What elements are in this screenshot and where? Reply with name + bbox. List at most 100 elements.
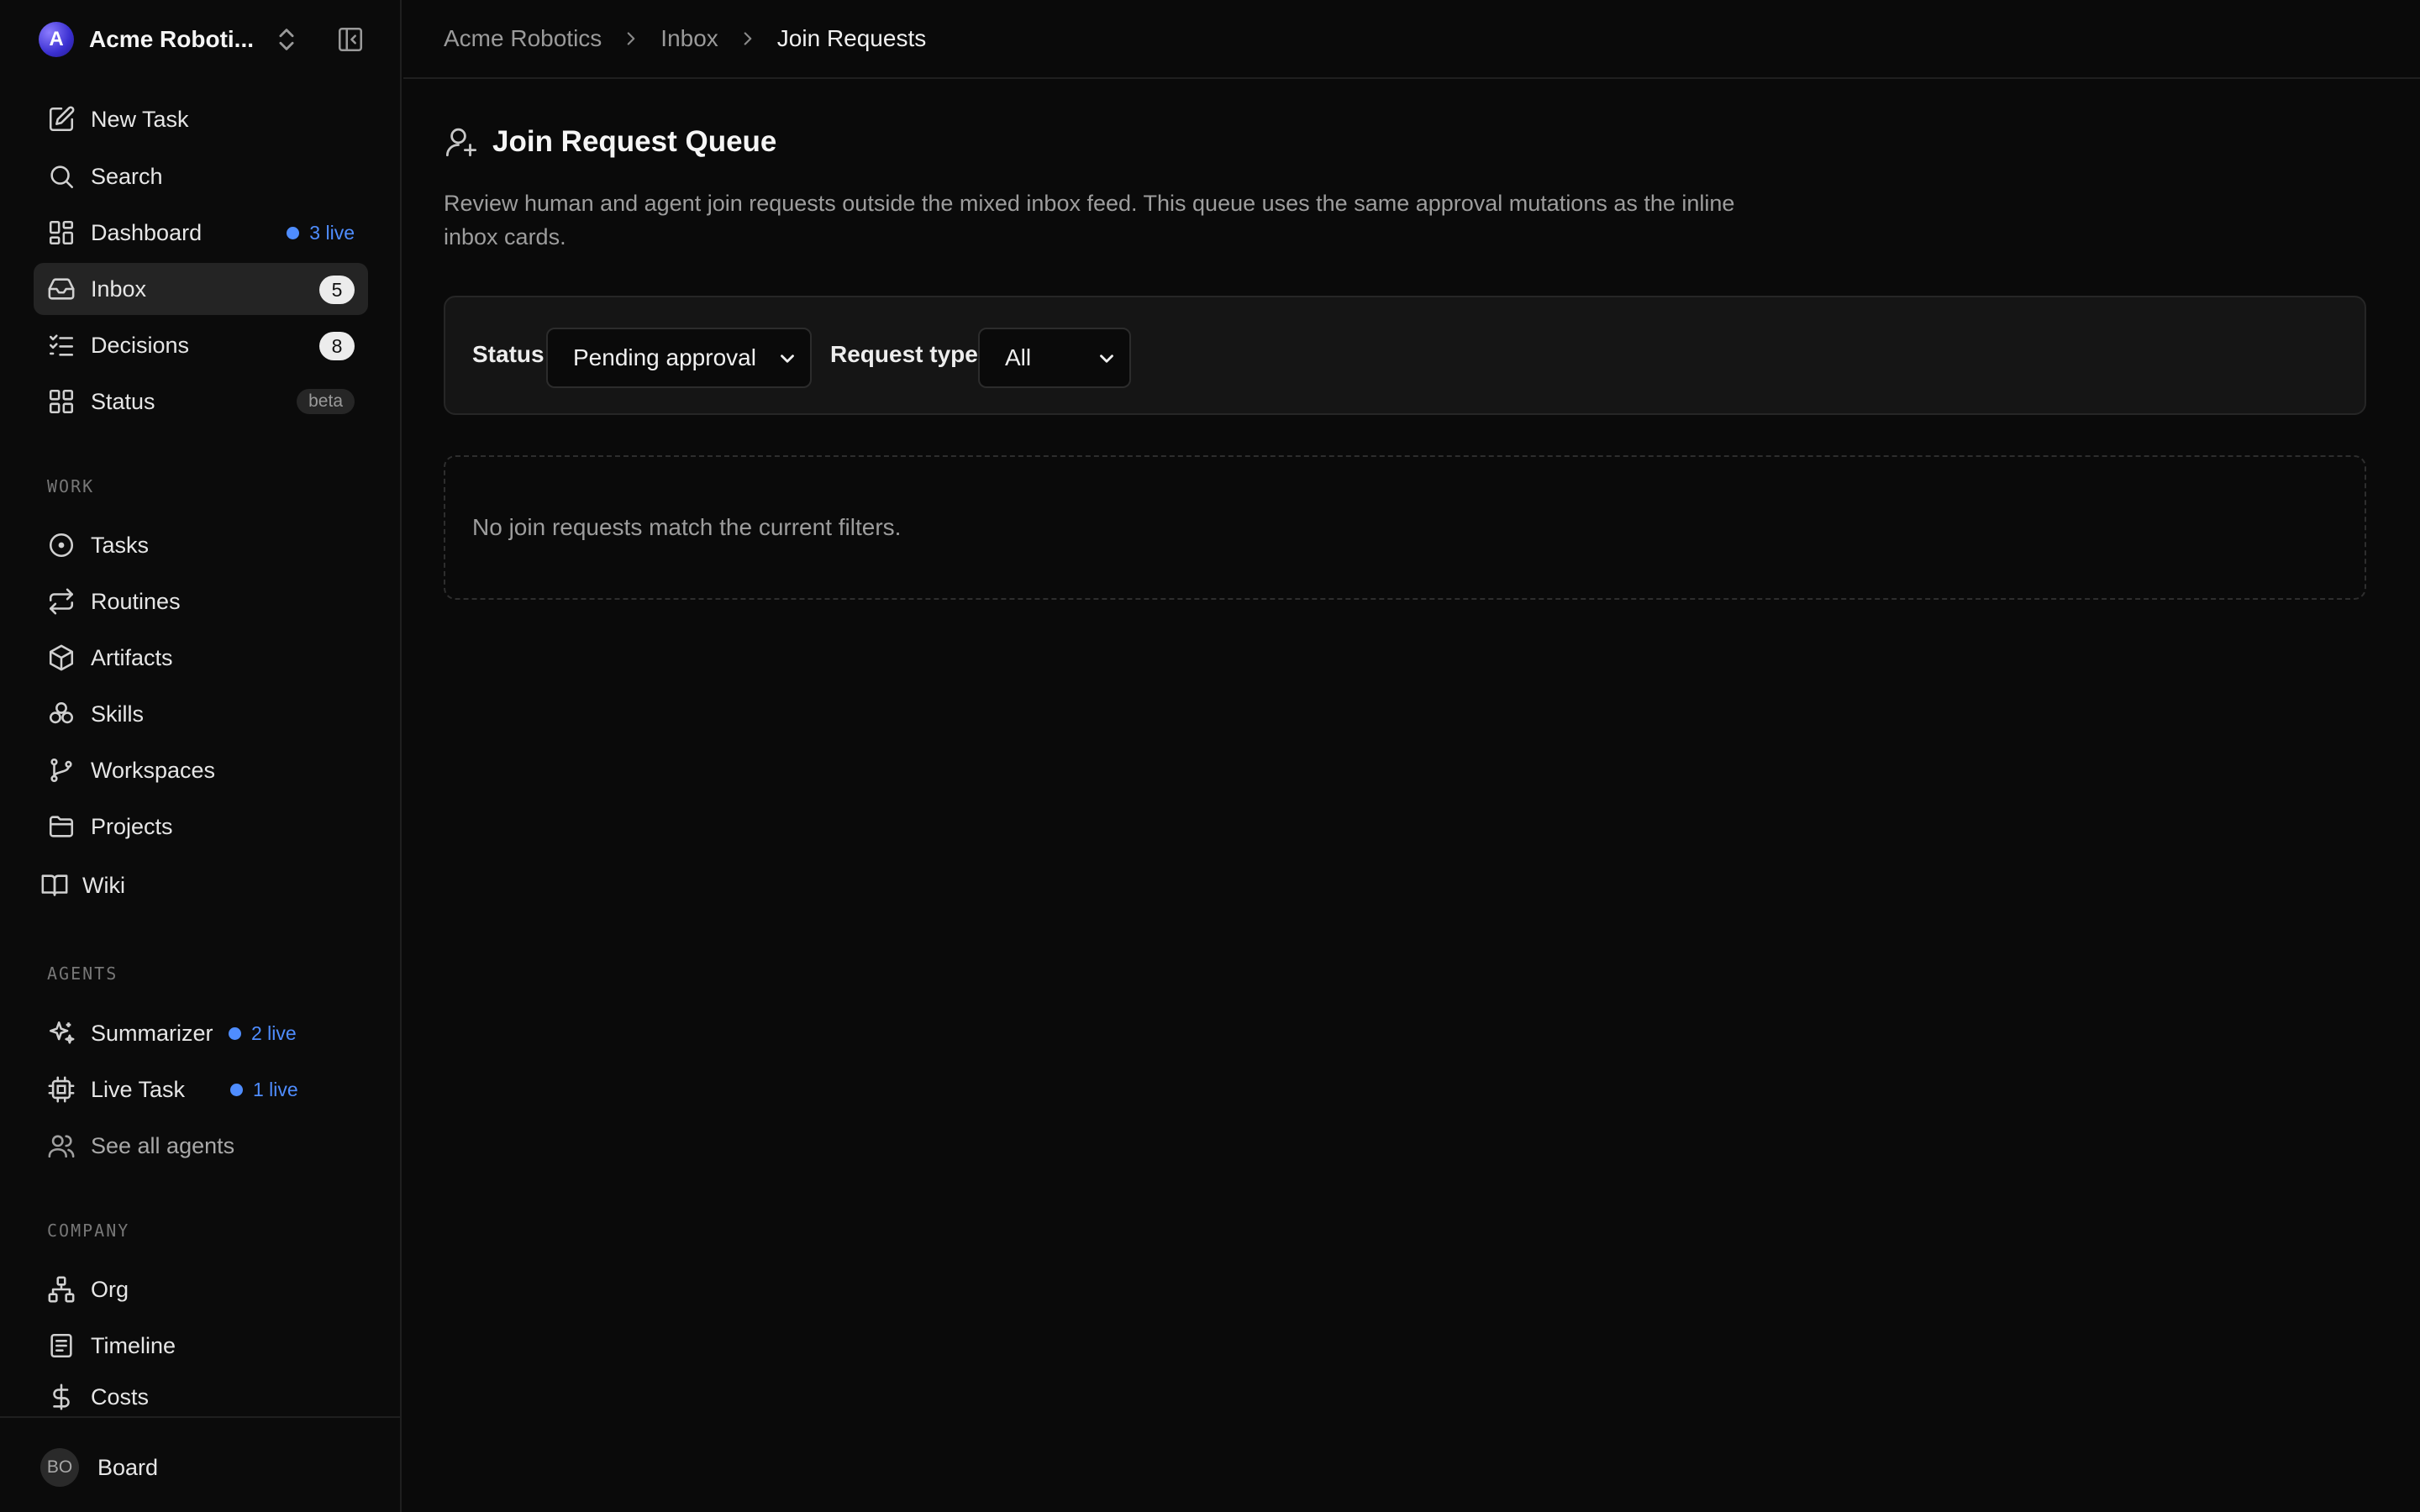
routines-icon	[49, 588, 74, 615]
nav-item-label: Wiki	[82, 872, 125, 898]
nav-item-routines[interactable]: Routines	[34, 575, 368, 627]
decisions-icon	[49, 334, 74, 356]
dashboard-icon	[49, 220, 74, 245]
app: A Acme Roboti... New Task Search Dashboa…	[0, 0, 2420, 1512]
section-label-agents: AGENTS	[47, 963, 118, 984]
nav-item-workspaces[interactable]: Workspaces	[34, 744, 368, 796]
artifacts-icon	[49, 644, 74, 671]
sidebar-footer: BO Board	[0, 1416, 400, 1512]
skills-icon	[49, 701, 74, 724]
nav-item-costs[interactable]: Costs	[34, 1375, 368, 1419]
nav-item-decisions[interactable]: Decisions 8	[34, 319, 368, 371]
request-type-filter-select[interactable]: All	[978, 328, 1131, 388]
sidebar-collapse-icon[interactable]	[336, 25, 365, 54]
live-count: 3 live	[309, 222, 355, 244]
workspace-name: Acme Roboti...	[89, 26, 255, 52]
search-icon	[50, 165, 74, 189]
nav-item-label: New Task	[91, 106, 189, 132]
live-count: 1 live	[253, 1079, 298, 1100]
request-type-filter-value: All	[1005, 344, 1032, 370]
beta-badge: beta	[297, 389, 355, 414]
filter-bar: Status Pending approval Request type All	[444, 296, 2366, 415]
nav-item-label: Search	[91, 163, 163, 189]
nav-item-status[interactable]: Status beta	[34, 375, 368, 428]
nav-item-inbox[interactable]: Inbox 5	[34, 263, 368, 315]
page-description: Review human and agent join requests out…	[444, 191, 1735, 249]
nav-item-summarizer[interactable]: Summarizer 2 live	[34, 1007, 368, 1059]
nav-item-label: Timeline	[91, 1332, 176, 1358]
nav-item-label: Artifacts	[91, 644, 173, 670]
section-label-company: COMPANY	[47, 1221, 130, 1241]
page-header: Join Request Queue	[444, 124, 776, 160]
timeline-icon	[50, 1333, 72, 1358]
status-filter-select[interactable]: Pending approval	[546, 328, 812, 388]
breadcrumb-item-company[interactable]: Acme Robotics	[444, 25, 602, 52]
nav-item-new-task[interactable]: New Task	[34, 93, 368, 145]
nav-item-label: Costs	[91, 1383, 150, 1410]
cpu-icon	[48, 1076, 75, 1103]
top-bar: Acme Robotics Inbox Join Requests	[403, 0, 2420, 79]
user-plus-icon	[445, 128, 477, 157]
live-dot	[287, 227, 300, 239]
nav-item-live-task[interactable]: Live Task 1 live	[34, 1063, 368, 1116]
inbox-icon	[48, 278, 75, 300]
status-filter-value: Pending approval	[573, 344, 756, 370]
nav-item-see-all-agents[interactable]: See all agents	[34, 1120, 368, 1172]
nav-item-label: Decisions	[91, 332, 190, 358]
nav-item-label: Projects	[91, 813, 173, 839]
breadcrumb-item-inbox[interactable]: Inbox	[660, 25, 718, 52]
nav-item-label: Status	[91, 388, 155, 414]
projects-icon	[49, 816, 74, 837]
decisions-count-badge: 8	[319, 332, 355, 360]
nav-item-tasks[interactable]: Tasks	[34, 519, 368, 571]
nav-item-org[interactable]: Org	[34, 1263, 368, 1315]
nav-item-label: Routines	[91, 588, 181, 614]
nav-item-wiki[interactable]: Wiki	[27, 859, 361, 911]
live-dot	[229, 1027, 241, 1040]
nav-item-label: Org	[91, 1276, 129, 1302]
workspace-switcher[interactable]: A Acme Roboti...	[39, 22, 366, 57]
live-indicator: 2 live	[229, 1022, 297, 1045]
sidebar: A Acme Roboti... New Task Search Dashboa…	[0, 0, 402, 1512]
empty-state: No join requests match the current filte…	[444, 455, 2366, 600]
chevron-right-icon	[627, 32, 635, 45]
page-title: Join Request Queue	[492, 125, 777, 158]
nav-item-label: Skills	[91, 701, 145, 727]
nav-item-label: See all agents	[91, 1132, 235, 1158]
inbox-count-badge: 5	[319, 276, 355, 304]
chevrons-up-down-icon[interactable]	[272, 25, 301, 54]
status-filter-label: Status	[472, 341, 544, 367]
nav-item-label: Summarizer	[91, 1020, 213, 1046]
nav-item-label: Dashboard	[91, 219, 203, 245]
section-label-work: WORK	[47, 476, 95, 496]
nav-item-label: Live Task	[91, 1076, 186, 1102]
user-name[interactable]: Board	[97, 1455, 158, 1481]
dollar-icon	[53, 1383, 70, 1410]
nav-item-dashboard[interactable]: Dashboard 3 live	[34, 207, 368, 259]
users-icon	[48, 1135, 75, 1158]
breadcrumb: Acme Robotics Inbox Join Requests	[444, 25, 926, 52]
request-type-filter-label: Request type	[830, 341, 978, 367]
nav-item-label: Inbox	[91, 276, 147, 302]
chevron-down-icon	[781, 354, 794, 363]
nav-item-timeline[interactable]: Timeline	[34, 1320, 368, 1372]
live-indicator: 1 live	[230, 1079, 298, 1101]
nav-item-projects[interactable]: Projects	[34, 801, 368, 853]
status-icon	[49, 389, 74, 414]
tasks-icon	[49, 533, 74, 558]
user-avatar[interactable]: BO	[40, 1448, 79, 1487]
org-icon	[48, 1276, 75, 1303]
empty-state-message: No join requests match the current filte…	[472, 514, 902, 540]
live-count: 2 live	[251, 1022, 297, 1044]
nav-item-search[interactable]: Search	[34, 150, 368, 202]
nav-item-artifacts[interactable]: Artifacts	[34, 632, 368, 684]
sparkles-icon	[49, 1021, 75, 1044]
breadcrumb-item-current: Join Requests	[776, 25, 927, 51]
nav-item-skills[interactable]: Skills	[34, 688, 368, 740]
live-dot	[230, 1084, 243, 1096]
wiki-icon	[41, 874, 68, 896]
workspaces-icon	[50, 758, 72, 783]
workspace-avatar: A	[39, 22, 74, 57]
chevron-down-icon	[1100, 354, 1113, 363]
new-task-icon	[49, 106, 75, 132]
